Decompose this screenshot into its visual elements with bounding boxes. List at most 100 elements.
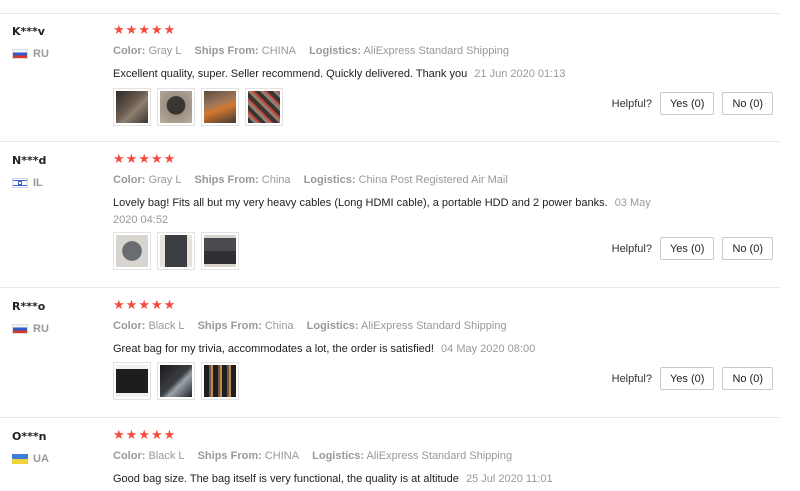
reviewer-country: IL: [12, 177, 43, 189]
star-icon: ★: [163, 23, 176, 38]
review-photos: [113, 88, 283, 126]
rating-stars: ★ ★ ★ ★ ★: [113, 153, 175, 167]
logistics-label: Logistics:: [312, 450, 365, 462]
reviewer-country: RU: [12, 48, 49, 60]
review-photo[interactable]: [157, 88, 195, 126]
ships-from-label: Ships From:: [197, 450, 262, 462]
rating-stars: ★ ★ ★ ★ ★: [113, 429, 175, 443]
star-icon: ★: [138, 298, 150, 313]
color-label: Color:: [113, 174, 146, 186]
star-icon: ★: [138, 428, 150, 443]
review-text: Lovely bag! Fits all but my very heavy c…: [113, 197, 608, 209]
logistics-value: AliExpress Standard Shipping: [363, 45, 509, 57]
review-date: 04 May 2020 08:00: [441, 343, 536, 355]
color-label: Color:: [113, 45, 146, 57]
ships-from-label: Ships From:: [194, 45, 259, 57]
order-info: Color: Gray L Ships From: China Logistic…: [113, 174, 518, 186]
reviewer-name: N***d: [12, 154, 47, 167]
helpful-no-button[interactable]: No (0): [722, 237, 773, 260]
color-value: Gray L: [148, 174, 182, 186]
ships-from-label: Ships From:: [194, 174, 259, 186]
reviewer-name: K***v: [12, 25, 45, 38]
rating-stars: ★ ★ ★ ★ ★: [113, 24, 175, 38]
review-text: Excellent quality, super. Seller recomme…: [113, 68, 468, 80]
order-info: Color: Black L Ships From: CHINA Logisti…: [113, 450, 522, 462]
color-value: Black L: [148, 450, 185, 462]
country-code: IL: [33, 177, 43, 189]
review-date: 21 Jun 2020 01:13: [474, 68, 566, 80]
star-icon: ★: [150, 428, 163, 443]
order-info: Color: Gray L Ships From: CHINA Logistic…: [113, 45, 519, 57]
review-photo[interactable]: [201, 88, 239, 126]
reviewer-name: R***o: [12, 300, 46, 313]
review-photo[interactable]: [157, 232, 195, 270]
reviewer-country: UA: [12, 453, 49, 465]
star-icon: ★: [113, 23, 125, 38]
star-icon: ★: [125, 23, 138, 38]
reviews-list: K***v RU ★ ★ ★ ★ ★ Color: Gray L Ships F…: [0, 0, 800, 491]
review-content: Excellent quality, super. Seller recomme…: [113, 66, 678, 83]
reviewer-country: RU: [12, 323, 49, 335]
color-value: Gray L: [148, 45, 182, 57]
review-photo[interactable]: [113, 362, 151, 400]
logistics-label: Logistics:: [309, 45, 362, 57]
star-icon: ★: [125, 428, 138, 443]
helpful-controls: Helpful? Yes (0) No (0): [612, 92, 773, 115]
ships-from-value: CHINA: [264, 450, 300, 462]
review-item: O***n UA ★ ★ ★ ★ ★ Color: Black L Ships …: [0, 419, 780, 491]
star-icon: ★: [150, 298, 163, 313]
ships-from-value: China: [261, 174, 291, 186]
country-code: RU: [33, 323, 49, 335]
helpful-no-button[interactable]: No (0): [722, 367, 773, 390]
ships-from-label: Ships From:: [197, 320, 262, 332]
logistics-label: Logistics:: [303, 174, 356, 186]
helpful-yes-button[interactable]: Yes (0): [659, 237, 715, 260]
ships-from-value: CHINA: [261, 45, 296, 57]
review-photo[interactable]: [201, 362, 239, 400]
review-photo[interactable]: [201, 232, 239, 270]
review-photo[interactable]: [113, 232, 151, 270]
review-divider: [0, 417, 780, 418]
star-icon: ★: [150, 152, 163, 167]
helpful-controls: Helpful? Yes (0) No (0): [612, 367, 773, 390]
review-text: Great bag for my trivia, accommodates a …: [113, 343, 434, 355]
israel-flag-icon: [12, 178, 28, 188]
country-code: UA: [33, 453, 49, 465]
helpful-label: Helpful?: [611, 97, 652, 110]
star-icon: ★: [163, 152, 176, 167]
star-icon: ★: [113, 298, 125, 313]
color-label: Color:: [113, 450, 146, 462]
ships-from-value: China: [264, 320, 294, 332]
review-item: R***o RU ★ ★ ★ ★ ★ Color: Black L Ships …: [0, 289, 780, 418]
review-text: Good bag size. The bag itself is very fu…: [113, 473, 459, 485]
helpful-label: Helpful?: [611, 372, 652, 385]
logistics-value: AliExpress Standard Shipping: [361, 320, 507, 332]
review-photos: [113, 362, 239, 400]
country-code: RU: [33, 48, 49, 60]
star-icon: ★: [113, 428, 125, 443]
review-photo[interactable]: [245, 88, 283, 126]
russia-flag-icon: [12, 324, 28, 334]
logistics-value: AliExpress Standard Shipping: [366, 450, 513, 462]
helpful-controls: Helpful? Yes (0) No (0): [612, 237, 773, 260]
star-icon: ★: [150, 23, 163, 38]
review-divider: [0, 287, 780, 288]
review-photo[interactable]: [157, 362, 195, 400]
ukraine-flag-icon: [12, 454, 28, 464]
review-item: K***v RU ★ ★ ★ ★ ★ Color: Gray L Ships F…: [0, 14, 780, 142]
review-content: Lovely bag! Fits all but my very heavy c…: [113, 195, 678, 229]
color-label: Color:: [113, 320, 146, 332]
star-icon: ★: [125, 298, 138, 313]
review-content: Great bag for my trivia, accommodates a …: [113, 341, 678, 358]
star-icon: ★: [125, 152, 138, 167]
star-icon: ★: [163, 428, 176, 443]
star-icon: ★: [138, 152, 150, 167]
helpful-no-button[interactable]: No (0): [722, 92, 773, 115]
review-divider: [0, 141, 780, 142]
helpful-yes-button[interactable]: Yes (0): [659, 92, 715, 115]
star-icon: ★: [113, 152, 125, 167]
star-icon: ★: [163, 298, 176, 313]
helpful-yes-button[interactable]: Yes (0): [659, 367, 715, 390]
review-photo[interactable]: [113, 88, 151, 126]
review-photos: [113, 232, 239, 270]
